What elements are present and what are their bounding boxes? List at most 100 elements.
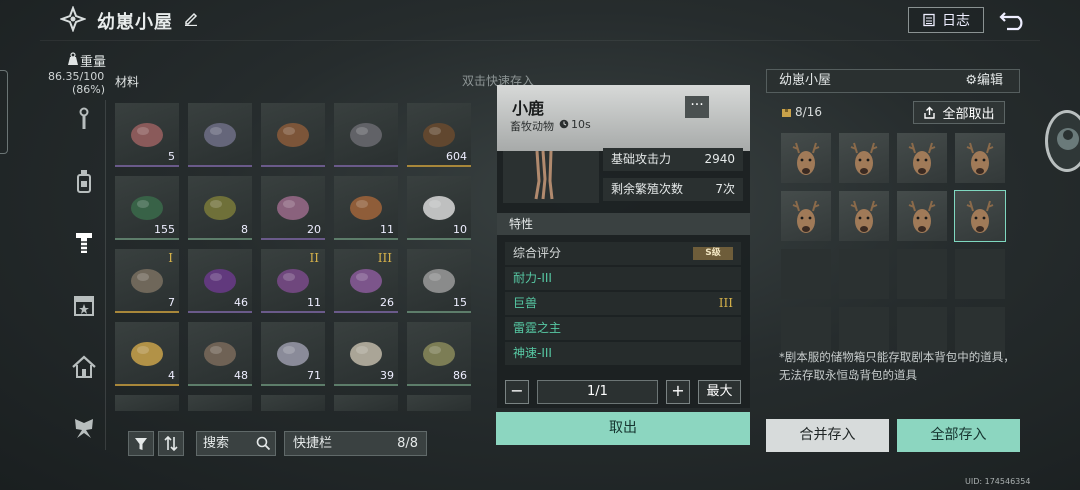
- inventory-item[interactable]: 7I: [115, 249, 179, 313]
- item-count: 4: [168, 369, 175, 382]
- inventory-item[interactable]: 8: [188, 176, 252, 240]
- search-icon: [256, 436, 271, 451]
- inventory-item[interactable]: 86: [407, 322, 471, 386]
- item-count: 15: [453, 296, 467, 309]
- quantity-max-button[interactable]: 最大: [698, 380, 741, 404]
- storage-slot[interactable]: [897, 191, 947, 241]
- quantity-decrease-button[interactable]: −: [505, 380, 529, 404]
- item-icon: [131, 123, 163, 147]
- inventory-item[interactable]: 20: [261, 176, 325, 240]
- edit-storage-button[interactable]: ⚙编辑: [965, 70, 1003, 92]
- stat-value: 2940: [704, 152, 735, 166]
- inventory-item[interactable]: 39: [334, 322, 398, 386]
- inventory-item[interactable]: [407, 395, 471, 411]
- storage-capacity: 8/16: [795, 105, 822, 119]
- rank-badge: S级: [693, 247, 733, 260]
- side-drawer-tab[interactable]: [0, 70, 8, 154]
- storage-slot[interactable]: [781, 249, 831, 299]
- inventory-item[interactable]: 4: [115, 322, 179, 386]
- inventory-item[interactable]: 71: [261, 322, 325, 386]
- item-count: 86: [453, 369, 467, 382]
- back-arrow-icon[interactable]: [998, 8, 1030, 32]
- item-count: 5: [168, 150, 175, 163]
- item-count: 7: [168, 296, 175, 309]
- item-count: 20: [307, 223, 321, 236]
- inventory-item[interactable]: [261, 103, 325, 167]
- item-icon: [204, 196, 236, 220]
- inventory-item[interactable]: [115, 395, 179, 411]
- inventory-item[interactable]: 15: [407, 249, 471, 313]
- storage-slot[interactable]: [781, 133, 831, 183]
- item-name: 小鹿: [512, 99, 545, 118]
- header-divider: [40, 40, 1040, 41]
- storage-slot[interactable]: [781, 191, 831, 241]
- shuriken-logo-icon: [60, 6, 86, 32]
- quickbar-selector[interactable]: 快捷栏 8/8: [284, 431, 427, 456]
- overall-label: 综合评分: [513, 246, 562, 260]
- storage-slot[interactable]: [955, 249, 1005, 299]
- calendar-star-icon[interactable]: [70, 291, 98, 319]
- avatar[interactable]: [1045, 110, 1080, 172]
- item-count: 26: [380, 296, 394, 309]
- log-button[interactable]: 日志: [908, 7, 984, 33]
- storage-slot[interactable]: [897, 249, 947, 299]
- butterfly-icon[interactable]: [70, 415, 98, 443]
- take-out-button[interactable]: 取出: [496, 412, 750, 445]
- trait-name: 耐力-III: [513, 271, 552, 285]
- stat-value: 7次: [715, 182, 735, 196]
- inventory-item[interactable]: [188, 103, 252, 167]
- stat-breeding: 剩余繁殖次数 7次: [603, 178, 743, 201]
- trait-tier: III: [718, 296, 733, 310]
- item-type: 畜牧动物: [510, 120, 554, 133]
- storage-name-bar: 幼崽小屋 ⚙编辑: [766, 69, 1020, 93]
- filter-button[interactable]: [128, 431, 154, 456]
- inventory-item[interactable]: 48: [188, 322, 252, 386]
- inventory-item[interactable]: 604: [407, 103, 471, 167]
- inventory-item[interactable]: 10: [407, 176, 471, 240]
- inventory-item[interactable]: [334, 395, 398, 411]
- sort-button[interactable]: [158, 431, 184, 456]
- storage-slot[interactable]: [897, 133, 947, 183]
- inventory-item[interactable]: 155: [115, 176, 179, 240]
- materials-bolt-icon[interactable]: [70, 229, 98, 257]
- quantity-field[interactable]: 1/1: [537, 380, 658, 404]
- storage-slot[interactable]: [839, 249, 889, 299]
- sidebar-divider: [105, 100, 106, 450]
- stat-attack: 基础攻击力 2940: [603, 148, 743, 171]
- storage-slot[interactable]: [954, 190, 1006, 242]
- search-input[interactable]: 搜索: [196, 431, 276, 456]
- inventory-item[interactable]: [188, 395, 252, 411]
- item-icon: [277, 123, 309, 147]
- deer-icon: [908, 142, 936, 175]
- storage-slot[interactable]: [839, 133, 889, 183]
- inventory-item[interactable]: 26 III: [334, 249, 398, 313]
- home-icon[interactable]: [70, 353, 98, 381]
- stat-label: 基础攻击力: [611, 152, 672, 166]
- tools-wrench-icon[interactable]: [70, 105, 98, 133]
- take-all-button[interactable]: 全部取出: [913, 101, 1005, 124]
- user-id: UID: 174546354: [965, 477, 1031, 486]
- storage-slot[interactable]: [955, 133, 1005, 183]
- inventory-item[interactable]: 5: [115, 103, 179, 167]
- store-all-button[interactable]: 全部存入: [897, 419, 1020, 452]
- inventory-item[interactable]: 46: [188, 249, 252, 313]
- weight-percent: (86%): [72, 83, 106, 96]
- item-tier: I: [168, 251, 173, 265]
- quantity-increase-button[interactable]: +: [666, 380, 690, 404]
- inventory-item[interactable]: [261, 395, 325, 411]
- rename-pencil-icon[interactable]: [183, 10, 199, 26]
- deer-portrait: [503, 151, 599, 203]
- merge-store-button[interactable]: 合并存入: [766, 419, 889, 452]
- clock-icon: [559, 119, 569, 129]
- item-time: 10s: [571, 118, 591, 131]
- upload-icon: [924, 106, 936, 119]
- deer-icon: [908, 200, 936, 233]
- storage-name: 幼崽小屋: [779, 73, 832, 88]
- storage-slot[interactable]: [839, 191, 889, 241]
- inventory-item[interactable]: 11 II: [261, 249, 325, 313]
- inventory-item[interactable]: [334, 103, 398, 167]
- consumable-bottle-icon[interactable]: [70, 167, 98, 195]
- inventory-item[interactable]: 11: [334, 176, 398, 240]
- more-options-button[interactable]: ···: [685, 96, 709, 118]
- item-count: 71: [307, 369, 321, 382]
